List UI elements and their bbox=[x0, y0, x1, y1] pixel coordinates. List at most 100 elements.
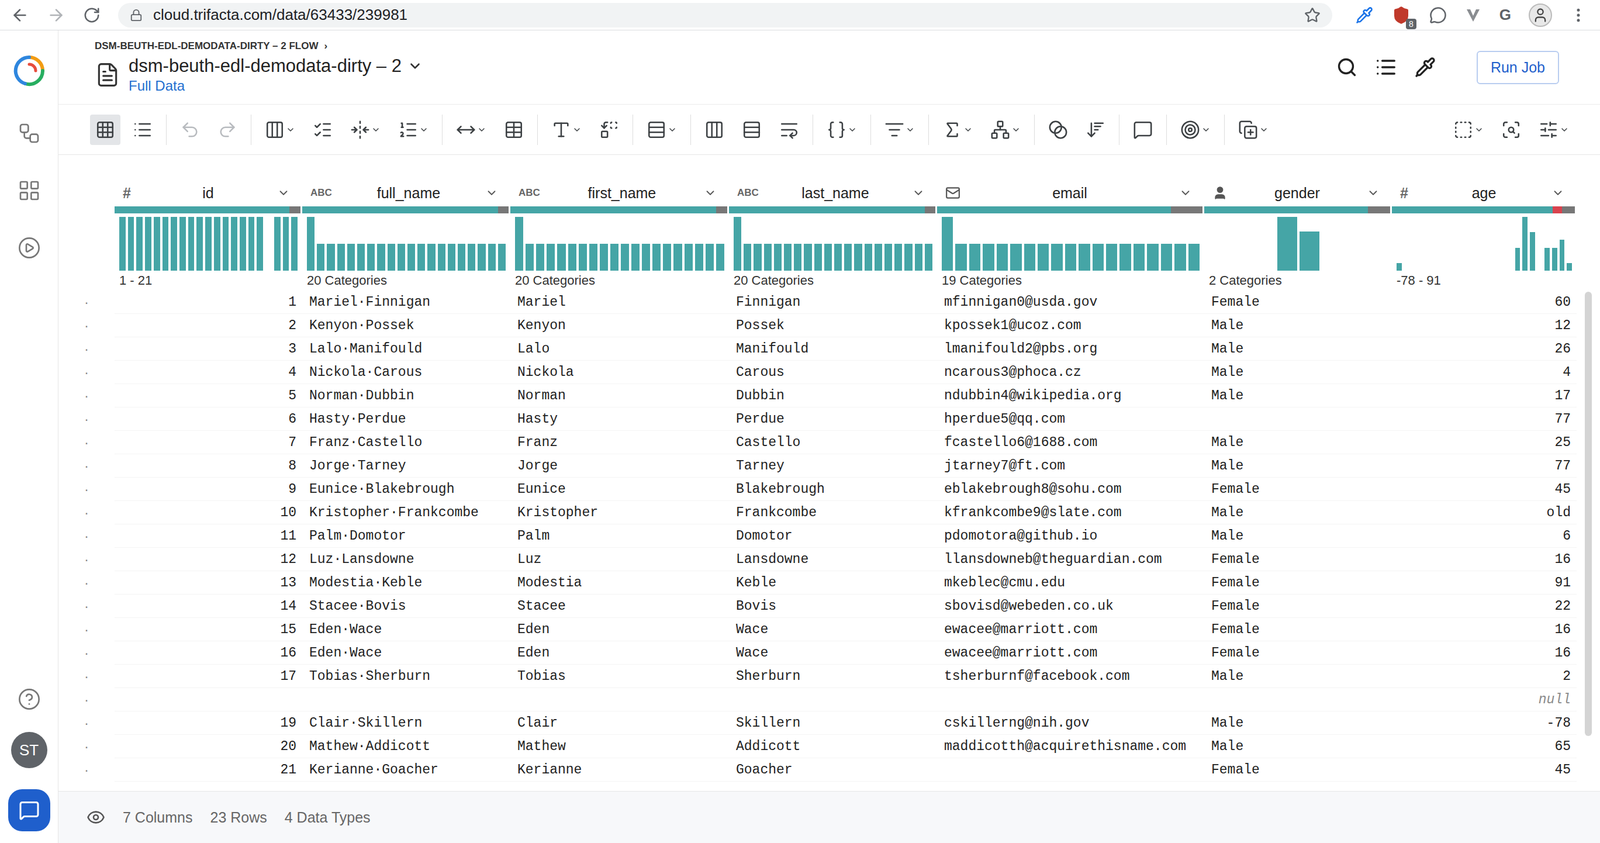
valid-segment[interactable] bbox=[728, 206, 925, 214]
histogram-bar[interactable] bbox=[498, 243, 506, 271]
missing-segment[interactable] bbox=[1170, 206, 1203, 214]
table-cell[interactable] bbox=[1204, 688, 1392, 712]
table-cell[interactable]: Eden·Wace bbox=[302, 641, 511, 665]
column-header[interactable]: #id bbox=[114, 180, 303, 206]
table-cell[interactable]: jtarney7@ft.com bbox=[937, 454, 1205, 478]
table-cell[interactable]: 21 bbox=[114, 758, 303, 782]
column-header[interactable]: gender bbox=[1204, 180, 1392, 206]
table-cell[interactable]: Female bbox=[1204, 290, 1392, 314]
table-cell[interactable]: 13 bbox=[114, 571, 303, 595]
tool-button[interactable] bbox=[736, 114, 767, 145]
histogram-bar[interactable] bbox=[824, 243, 832, 271]
table-row[interactable]: ·2Kenyon·PossekKenyonPossekkpossek1@ucoz… bbox=[58, 313, 1577, 338]
table-cell[interactable]: Eden·Wace bbox=[302, 617, 511, 642]
histogram-bar[interactable] bbox=[589, 243, 598, 271]
histogram-bar[interactable] bbox=[1065, 243, 1077, 271]
table-cell[interactable]: Female bbox=[1204, 758, 1392, 782]
histogram-bar[interactable] bbox=[733, 216, 742, 271]
shield-extension[interactable]: 8 bbox=[1390, 4, 1412, 26]
history-button[interactable] bbox=[212, 114, 243, 145]
table-cell[interactable]: Female bbox=[1204, 594, 1392, 618]
table-row[interactable]: ·14Stacee·BovisStaceeBovissbovisd@webede… bbox=[58, 594, 1577, 618]
row-marker[interactable]: · bbox=[58, 617, 115, 642]
table-row[interactable]: ·7Franz·CastelloFranzCastellofcastello6@… bbox=[58, 430, 1577, 455]
histogram-bar[interactable] bbox=[1529, 232, 1536, 271]
histogram-bar[interactable] bbox=[557, 243, 566, 271]
missing-segment[interactable] bbox=[289, 206, 301, 214]
histogram-bar[interactable] bbox=[610, 243, 619, 271]
table-cell[interactable]: 11 bbox=[114, 524, 303, 548]
tool-button[interactable] bbox=[1232, 114, 1274, 145]
row-marker[interactable]: · bbox=[58, 571, 115, 595]
histogram-bar[interactable] bbox=[179, 216, 186, 271]
column-name[interactable]: age bbox=[1421, 184, 1547, 202]
tool-button[interactable] bbox=[545, 114, 587, 145]
missing-segment[interactable] bbox=[716, 206, 728, 214]
histogram-bar[interactable] bbox=[1522, 216, 1528, 271]
table-cell[interactable]: 91 bbox=[1391, 571, 1577, 595]
table-cell[interactable]: Finnigan bbox=[728, 290, 938, 314]
histogram-bar[interactable] bbox=[153, 216, 161, 271]
column-menu-icon[interactable] bbox=[1366, 186, 1380, 200]
table-cell[interactable]: 3 bbox=[114, 337, 303, 361]
histogram-bar[interactable] bbox=[1024, 243, 1036, 271]
histogram-bar[interactable] bbox=[793, 243, 802, 271]
table-cell[interactable]: 25 bbox=[1391, 430, 1577, 455]
histogram-bar[interactable] bbox=[684, 243, 693, 271]
table-cell[interactable]: Manifould bbox=[728, 337, 938, 361]
tool-button[interactable] bbox=[593, 114, 625, 145]
histogram[interactable] bbox=[728, 213, 938, 271]
chat-extension-icon[interactable] bbox=[1429, 6, 1447, 24]
table-cell[interactable]: old bbox=[1391, 500, 1577, 525]
histogram-bar[interactable] bbox=[854, 243, 862, 271]
table-cell[interactable]: Female bbox=[1204, 571, 1392, 595]
table-row[interactable]: ·12Luz·LansdowneLuzLansdownellansdowneb@… bbox=[58, 547, 1577, 572]
table-cell[interactable]: Kerianne bbox=[510, 758, 729, 782]
histogram-bar[interactable] bbox=[1299, 231, 1320, 271]
table-cell[interactable]: Male bbox=[1204, 430, 1392, 455]
breadcrumb[interactable]: DSM-BEUTH-EDL-DEMODATA-DIRTY – 2 FLOW› bbox=[94, 40, 423, 53]
column-name[interactable]: first_name bbox=[544, 184, 700, 202]
histogram-bar[interactable] bbox=[144, 216, 152, 271]
histogram-bar[interactable] bbox=[397, 243, 406, 271]
table-cell[interactable]: 20 bbox=[114, 734, 303, 759]
histogram-bar[interactable] bbox=[1146, 243, 1159, 271]
histogram[interactable] bbox=[937, 213, 1205, 271]
histogram-bar[interactable] bbox=[864, 243, 873, 271]
histogram-bar[interactable] bbox=[1160, 243, 1173, 271]
tool-button[interactable] bbox=[450, 114, 492, 145]
histogram-bar[interactable] bbox=[387, 243, 396, 271]
table-cell[interactable]: 4 bbox=[114, 360, 303, 385]
table-cell[interactable]: 77 bbox=[1391, 454, 1577, 478]
table-row[interactable]: ·20Mathew·AddicottMathewAddicottmaddicot… bbox=[58, 734, 1577, 759]
column-header[interactable]: #age bbox=[1391, 180, 1577, 206]
browser-menu-icon[interactable] bbox=[1569, 6, 1588, 24]
tool-button[interactable] bbox=[1175, 114, 1216, 145]
table-cell[interactable]: Franz·Castello bbox=[302, 430, 511, 455]
table-row[interactable]: ·4Nickola·CarousNickolaCarousncarous3@ph… bbox=[58, 360, 1577, 385]
histogram-bar[interactable] bbox=[884, 243, 893, 271]
missing-segment[interactable] bbox=[1562, 206, 1575, 214]
histogram-bar[interactable] bbox=[306, 216, 315, 271]
table-cell[interactable]: 17 bbox=[1391, 384, 1577, 408]
column-name[interactable]: email bbox=[965, 184, 1175, 202]
histogram-bar[interactable] bbox=[326, 243, 335, 271]
table-cell[interactable]: lmanifould2@pbs.org bbox=[937, 337, 1205, 361]
table-cell[interactable]: Tobias bbox=[510, 664, 729, 689]
table-cell[interactable]: Stacee·Bovis bbox=[302, 594, 511, 618]
tool-button[interactable] bbox=[1042, 114, 1074, 145]
table-cell[interactable]: Male bbox=[1204, 454, 1392, 478]
histogram-bar[interactable] bbox=[347, 243, 355, 271]
table-cell[interactable]: 6 bbox=[114, 407, 303, 431]
back-arrow-icon[interactable] bbox=[10, 5, 30, 25]
table-cell[interactable]: mfinnigan0@usda.gov bbox=[937, 290, 1205, 314]
table-cell[interactable] bbox=[302, 688, 511, 712]
histogram-bar[interactable] bbox=[1119, 243, 1131, 271]
table-cell[interactable]: Male bbox=[1204, 734, 1392, 759]
quality-bar[interactable] bbox=[302, 206, 509, 214]
table-cell[interactable]: Blakebrough bbox=[728, 477, 938, 501]
table-cell[interactable]: Perdue bbox=[728, 407, 938, 431]
column-name[interactable]: full_name bbox=[336, 184, 481, 202]
valid-segment[interactable] bbox=[114, 206, 290, 214]
histogram-bar[interactable] bbox=[773, 243, 782, 271]
